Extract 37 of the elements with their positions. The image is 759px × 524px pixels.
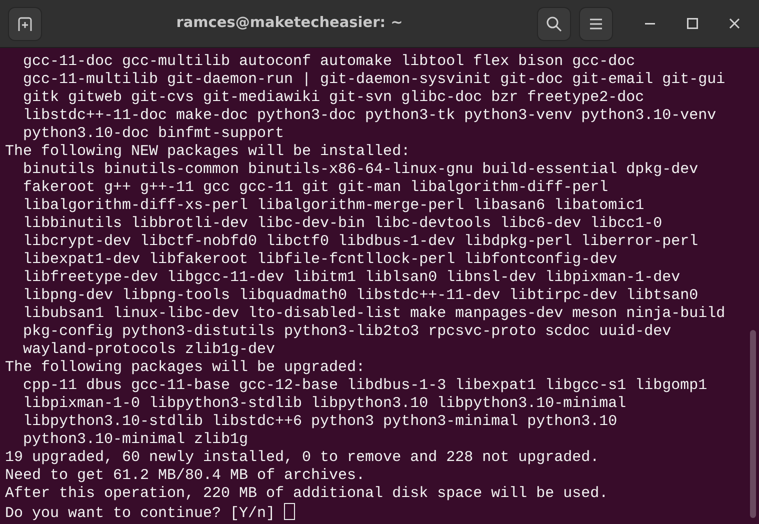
terminal-line: The following packages will be upgraded: [5, 359, 366, 377]
terminal-line: Need to get 61.2 MB/80.4 MB of archives. [5, 467, 366, 485]
terminal-line: python3.10-doc binfmt-support [22, 125, 286, 143]
terminal-line: libbinutils libbrotli-dev libc-dev-bin libc-devtools libc6-dev libcc1-0 [22, 215, 664, 233]
close-icon [728, 18, 740, 29]
terminal-line: binutils binutils-common binutils-x86-64-linux-gnu build-essential dpkg-dev [22, 161, 700, 179]
terminal-line: wayland-protocols zlib1g-dev [22, 341, 276, 359]
terminal-line: libubsan1 linux-libc-dev lto-disabled-list make manpages-dev meson ninja-build [22, 305, 726, 323]
terminal-line: After this operation, 220 MB of additional disk space will be used. [5, 485, 610, 503]
terminal-line: pkg-config python3-distutils python3-lib2to3 rpcsvc-proto scdoc uuid-dev [22, 323, 672, 341]
new-tab-icon [16, 14, 34, 32]
terminal-line: libpng-dev libpng-tools libquadmath0 libstdc++-11-dev libtirpc-dev libtsan0 [22, 287, 700, 305]
window-title: ramces@maketecheasier: ~ [175, 14, 404, 33]
terminal-line: libpixman-1-0 libpython3-stdlib libpython3.10 libpython3.10-minimal [22, 395, 628, 413]
terminal-line: cpp-11 dbus gcc-11-base gcc-12-base libdbus-1-3 libexpat1 libgcc-s1 libgomp1 [22, 377, 708, 395]
minimize-icon [645, 22, 655, 24]
terminal-line: libpython3.10-stdlib libstdc++6 python3 python3-minimal python3.10 [22, 413, 618, 431]
prompt-text: Do you want to continue? [Y/n] [5, 505, 276, 522]
terminal-line: libexpat1-dev libfakeroot libfile-fcntllock-perl libfontconfig-dev [22, 251, 618, 269]
scrollbar[interactable] [750, 330, 756, 518]
search-button[interactable] [537, 6, 571, 40]
terminal-line: libalgorithm-diff-xs-perl libalgorithm-merge-perl libasan6 libatomic1 [22, 197, 646, 215]
terminal-line: python3.10-minimal zlib1g [22, 431, 250, 449]
menu-button[interactable] [579, 6, 613, 40]
terminal-line: gcc-11-doc gcc-multilib autoconf automake libtool flex bison gcc-doc [22, 53, 636, 71]
new-tab-button[interactable] [8, 6, 42, 40]
search-icon [546, 16, 562, 32]
terminal-line: libcrypt-dev libctf-nobfd0 libctf0 libdbus-1-dev libdpkg-perl liberror-perl [22, 233, 700, 251]
terminal-line: The following NEW packages will be installed: [5, 143, 412, 161]
terminal-line: 19 upgraded, 60 newly installed, 0 to remove and 228 not upgraded. [5, 449, 600, 467]
maximize-icon [686, 18, 698, 29]
terminal-line: libstdc++-11-doc make-doc python3-doc python3-tk python3-venv python3.10-venv [22, 107, 718, 125]
terminal-line: libfreetype-dev libgcc-11-dev libitm1 liblsan0 libnsl-dev libpixman-1-dev [22, 269, 682, 287]
terminal-line: fakeroot g++ g++-11 gcc gcc-11 git git-man libalgorithm-diff-perl [22, 179, 610, 197]
terminal-line: gcc-11-multilib git-daemon-run | git-daemon-sysvinit git-doc git-email git-gui [22, 71, 726, 89]
menu-icon [589, 18, 603, 30]
terminal-line: gitk gitweb git-cvs git-mediawiki git-svn glibc-doc bzr freetype2-doc [22, 89, 646, 107]
